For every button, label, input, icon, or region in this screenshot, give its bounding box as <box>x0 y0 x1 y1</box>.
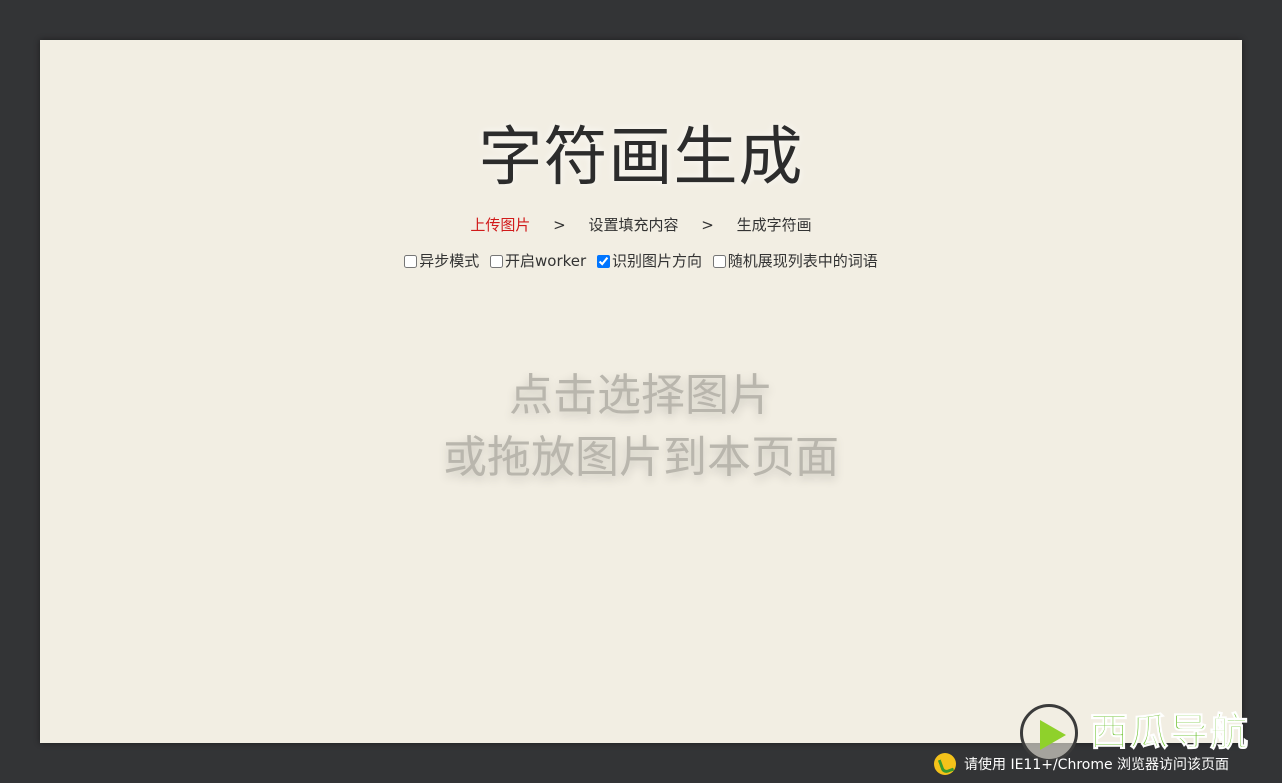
detect-orientation-checkbox[interactable] <box>596 254 610 268</box>
step-upload-image: 上传图片 <box>470 216 531 234</box>
option-random-words[interactable]: 随机展现列表中的词语 <box>712 250 878 272</box>
option-label: 异步模式 <box>419 252 480 270</box>
step-set-fill-content: 设置填充内容 <box>588 216 679 234</box>
main-panel: 字符画生成 上传图片 > 设置填充内容 > 生成字符画 异步模式 开启worke… <box>40 40 1242 743</box>
option-enable-worker[interactable]: 开启worker <box>490 250 586 272</box>
page-title: 字符画生成 <box>478 121 804 195</box>
options-row: 异步模式 开启worker 识别图片方向 随机展现列表中的词语 <box>40 250 1242 274</box>
step-separator: > <box>553 216 566 234</box>
option-label: 开启worker <box>505 252 587 270</box>
async-mode-checkbox[interactable] <box>404 254 418 268</box>
step-generate-art: 生成字符画 <box>736 216 812 234</box>
step-breadcrumb: 上传图片 > 设置填充内容 > 生成字符画 <box>40 214 1242 236</box>
option-detect-orientation[interactable]: 识别图片方向 <box>596 250 702 272</box>
browser-notice-icon <box>934 753 956 775</box>
dropzone-line-drag: 或拖放图片到本页面 <box>443 432 839 483</box>
step-separator: > <box>701 216 714 234</box>
enable-worker-checkbox[interactable] <box>490 254 504 268</box>
option-label: 随机展现列表中的词语 <box>727 252 878 270</box>
browser-notice-text: 请使用 IE11+/Chrome 浏览器访问该页面 <box>964 757 1230 773</box>
browser-notice: 请使用 IE11+/Chrome 浏览器访问该页面 <box>934 752 1229 776</box>
image-dropzone[interactable]: 点击选择图片 或拖放图片到本页面 <box>40 365 1242 489</box>
option-async-mode[interactable]: 异步模式 <box>404 250 479 272</box>
dropzone-line-click: 点击选择图片 <box>509 370 773 421</box>
random-words-checkbox[interactable] <box>712 254 726 268</box>
option-label: 识别图片方向 <box>611 252 702 270</box>
